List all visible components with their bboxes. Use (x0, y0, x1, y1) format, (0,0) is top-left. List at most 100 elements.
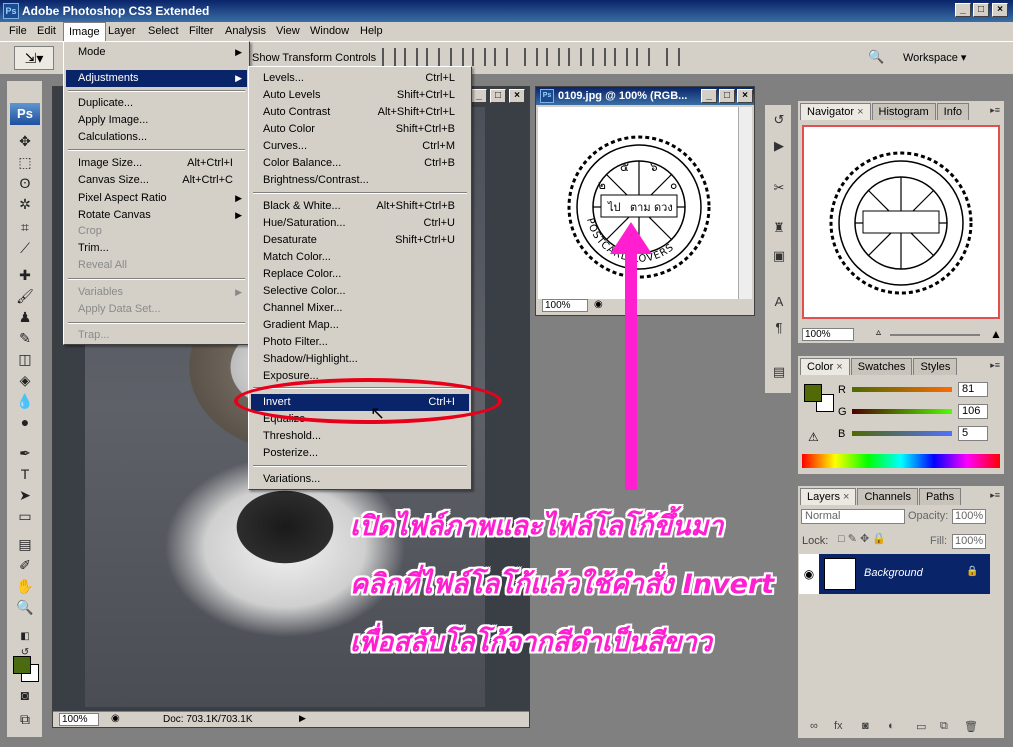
brushes-panel-icon[interactable]: ♜ (770, 219, 788, 237)
tab-swatches[interactable]: Swatches (850, 358, 913, 375)
dog-doc-maximize-icon[interactable]: □ (490, 89, 506, 103)
hand-tool-icon[interactable]: ✋ (15, 578, 35, 594)
tab-navigator[interactable]: Navigator × (800, 103, 871, 120)
crop-tool-icon[interactable]: ⌗ (15, 219, 35, 235)
tab-close-icon[interactable]: × (843, 491, 849, 503)
menu-item-levels[interactable]: Levels... Ctrl+L (251, 70, 469, 87)
menu-analysis[interactable]: Analysis (220, 22, 271, 41)
menu-item-curves[interactable]: Curves... Ctrl+M (251, 138, 469, 155)
r-value[interactable]: 81 (958, 382, 988, 397)
menu-item-trap[interactable]: Trap... (66, 327, 247, 344)
tab-channels[interactable]: Channels (857, 488, 918, 505)
move-tool-preset-icon[interactable]: ⇲▾ (14, 46, 54, 70)
healing-brush-tool-icon[interactable]: ✚ (15, 267, 35, 283)
dog-doc-minimize-icon[interactable]: _ (471, 89, 487, 103)
logo-zoom-field[interactable]: 100% (542, 299, 588, 312)
menu-item-apply-image[interactable]: Apply Image... (66, 112, 247, 129)
status-info-icon[interactable]: ◉ (111, 713, 120, 724)
navigator-zoom-slider[interactable] (890, 334, 980, 336)
menu-item-selective-color[interactable]: Selective Color... (251, 283, 469, 300)
type-tool-icon[interactable]: T (15, 466, 35, 482)
menu-item-canvas-size[interactable]: Canvas Size... Alt+Ctrl+C (66, 172, 247, 189)
logo-doc-vertical-scrollbar[interactable] (738, 107, 752, 299)
color-ramp[interactable] (802, 454, 1000, 468)
tab-styles[interactable]: Styles (913, 358, 958, 375)
quick-mask-icon[interactable]: ◙ (15, 687, 35, 703)
distribute-top-icon[interactable] (524, 48, 538, 66)
menu-item-trim[interactable]: Trim... (66, 240, 247, 257)
menu-item-posterize[interactable]: Posterize... (251, 445, 469, 462)
menu-item-adjustments[interactable]: Adjustments ▶ (66, 70, 247, 87)
align-top-icon[interactable] (382, 48, 396, 66)
blur-tool-icon[interactable]: 💧 (15, 393, 35, 409)
menu-item-crop[interactable]: Crop (66, 223, 247, 240)
menu-item-duplicate[interactable]: Duplicate... (66, 95, 247, 112)
logo-doc-minimize-icon[interactable]: _ (701, 89, 717, 103)
menu-view[interactable]: View (271, 22, 305, 41)
menu-window[interactable]: Window (305, 22, 354, 41)
clone-source-icon[interactable]: ▣ (770, 247, 788, 265)
menu-item-calculations[interactable]: Calculations... (66, 129, 247, 146)
link-layers-icon[interactable]: ∞ (810, 720, 818, 732)
logo-status-info-icon[interactable]: ◉ (594, 299, 603, 310)
menu-item-shadow-highlight[interactable]: Shadow/Highlight... (251, 351, 469, 368)
blend-mode-dropdown[interactable]: Normal (801, 509, 905, 524)
g-value[interactable]: 106 (958, 404, 988, 419)
close-icon[interactable]: × (992, 3, 1008, 17)
screen-mode-icon[interactable]: ⧉ (15, 711, 35, 727)
new-layer-icon[interactable]: ⧉ (940, 720, 948, 733)
out-of-gamut-warning-icon[interactable]: ⚠ (808, 430, 819, 444)
zoom-tool-icon[interactable]: 🔍 (15, 599, 35, 615)
menu-item-auto-levels[interactable]: Auto Levels Shift+Ctrl+L (251, 87, 469, 104)
actions-panel-icon[interactable]: ▶ (770, 137, 788, 155)
shape-tool-icon[interactable]: ▭ (15, 508, 35, 524)
workspace-dropdown[interactable]: Workspace ▾ (903, 49, 983, 67)
navigator-zoom-field[interactable]: 100% (802, 328, 854, 341)
menu-select[interactable]: Select (143, 22, 184, 41)
menu-item-match-color[interactable]: Match Color... (251, 249, 469, 266)
distribute-right-icon[interactable] (636, 48, 650, 66)
lock-icons[interactable]: □ ✎ ✥ 🔒 (838, 532, 886, 545)
layer-comps-icon[interactable]: ▤ (770, 363, 788, 381)
layer-visibility-eye-icon[interactable]: ◉ (799, 554, 819, 594)
dog-zoom-field[interactable]: 100% (59, 713, 99, 726)
history-panel-icon[interactable]: ↺ (770, 111, 788, 129)
distribute-hcenter-icon[interactable] (614, 48, 628, 66)
status-menu-arrow-icon[interactable]: ▶ (299, 713, 306, 724)
align-left-icon[interactable] (450, 48, 464, 66)
fill-field[interactable]: 100% (952, 534, 986, 549)
layer-style-icon[interactable]: fx (834, 720, 843, 732)
menu-item-desaturate[interactable]: Desaturate Shift+Ctrl+U (251, 232, 469, 249)
distribute-bottom-icon[interactable] (568, 48, 582, 66)
tab-info[interactable]: Info (936, 103, 969, 120)
menu-item-mode[interactable]: Mode ▶ (66, 44, 247, 61)
character-panel-icon[interactable]: A (770, 293, 788, 311)
align-hcenter-icon[interactable] (472, 48, 486, 66)
zoom-in-icon[interactable]: ▲ (990, 327, 1002, 341)
menu-item-variables[interactable]: Variables ▶ (66, 284, 247, 301)
tab-close-icon[interactable]: × (857, 106, 863, 118)
panel-menu-icon[interactable]: ▸≡ (990, 360, 1000, 371)
history-brush-tool-icon[interactable]: ✎ (15, 330, 35, 346)
minimize-icon[interactable]: _ (955, 3, 971, 17)
bridge-icon[interactable]: 🔍 (868, 49, 890, 67)
menu-item-variations[interactable]: Variations... (251, 471, 469, 488)
eraser-tool-icon[interactable]: ◫ (15, 351, 35, 367)
distribute-left-icon[interactable] (592, 48, 606, 66)
menu-help[interactable]: Help (355, 22, 388, 41)
layer-mask-icon[interactable]: ◙ (862, 720, 869, 732)
maximize-icon[interactable]: □ (973, 3, 989, 17)
zoom-out-icon[interactable]: ▵ (876, 327, 881, 338)
menu-item-photo-filter[interactable]: Photo Filter... (251, 334, 469, 351)
menu-item-auto-color[interactable]: Auto Color Shift+Ctrl+B (251, 121, 469, 138)
opacity-field[interactable]: 100% (952, 509, 986, 524)
tab-layers[interactable]: Layers × (800, 488, 857, 505)
g-slider[interactable] (852, 409, 952, 414)
align-right-icon[interactable] (494, 48, 508, 66)
eyedropper-tool-icon[interactable]: ✐ (15, 557, 35, 573)
menu-layer[interactable]: Layer (103, 22, 141, 41)
clone-stamp-tool-icon[interactable]: ♟ (15, 309, 35, 325)
panel-menu-icon[interactable]: ▸≡ (990, 490, 1000, 501)
menu-item-image-size[interactable]: Image Size... Alt+Ctrl+I (66, 155, 247, 172)
path-selection-tool-icon[interactable]: ➤ (15, 487, 35, 503)
